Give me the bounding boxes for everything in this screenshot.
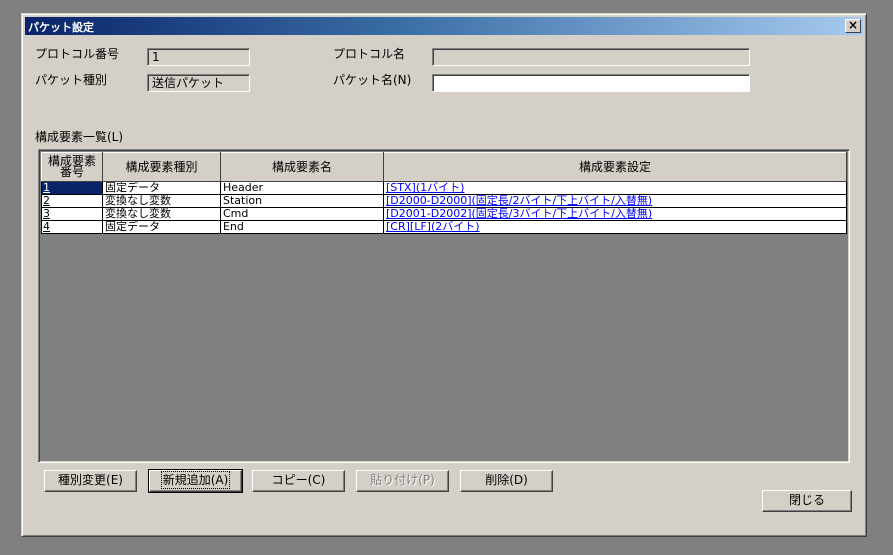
- window-title: パケット設定: [28, 21, 94, 34]
- close-label: 閉じる: [788, 493, 825, 507]
- protocol-name-label: プロトコル名: [333, 47, 406, 61]
- row-type: 固定データ: [102, 220, 221, 234]
- column-header-setting[interactable]: 構成要素設定: [383, 152, 847, 182]
- row-type: 固定データ: [102, 181, 221, 195]
- row-name: Header: [220, 181, 384, 195]
- close-window-button[interactable]: ×: [845, 19, 861, 33]
- title-bar[interactable]: パケット設定 ×: [25, 17, 863, 35]
- component-list[interactable]: 構成要素番号 構成要素種別 構成要素名 構成要素設定 1 固定データ Heade…: [38, 149, 850, 463]
- close-button[interactable]: 閉じる: [762, 490, 852, 512]
- packet-name-input[interactable]: [432, 74, 750, 92]
- component-table: 構成要素番号 構成要素種別 構成要素名 構成要素設定 1 固定データ Heade…: [41, 152, 847, 234]
- table-row[interactable]: 1 固定データ Header [STX](1バイト): [41, 181, 847, 195]
- row-number[interactable]: 3: [43, 209, 50, 220]
- protocol-number-field: 1: [147, 48, 250, 66]
- close-icon: ×: [847, 18, 859, 32]
- row-number[interactable]: 1: [43, 183, 50, 194]
- protocol-number-label: プロトコル番号: [35, 47, 120, 61]
- row-number[interactable]: 4: [43, 222, 50, 233]
- delete-button[interactable]: 削除(D): [460, 470, 553, 492]
- packet-type-label: パケット種別: [35, 73, 108, 87]
- paste-button[interactable]: 貼り付け(P): [356, 470, 449, 492]
- row-setting-link[interactable]: [STX](1バイト): [386, 183, 464, 194]
- packet-type-field: 送信パケット: [147, 74, 250, 92]
- paste-label: 貼り付け(P): [370, 473, 435, 487]
- add-new-label: 新規追加(A): [160, 471, 231, 489]
- row-setting-link[interactable]: [D2000-D2000](固定長/2バイト/下上バイト/入替無): [386, 196, 652, 207]
- row-name: Station: [220, 194, 384, 208]
- row-number[interactable]: 2: [43, 196, 50, 207]
- row-name: Cmd: [220, 207, 384, 221]
- packet-settings-dialog: パケット設定 × プロトコル番号 1 プロトコル名 パケット種別 送信パケット …: [21, 13, 867, 537]
- row-setting-link[interactable]: [CR][LF](2バイト): [386, 222, 480, 233]
- copy-label: コピー(C): [271, 473, 326, 487]
- row-name: End: [220, 220, 384, 234]
- component-list-label: 構成要素一覧(L): [35, 130, 124, 144]
- row-setting-link[interactable]: [D2001-D2002](固定長/3バイト/下上バイト/入替無): [386, 209, 652, 220]
- column-header-type[interactable]: 構成要素種別: [102, 152, 221, 182]
- delete-label: 削除(D): [485, 473, 528, 487]
- column-header-number[interactable]: 構成要素番号: [41, 152, 103, 182]
- copy-button[interactable]: コピー(C): [252, 470, 345, 492]
- row-type: 変換なし変数: [102, 207, 221, 221]
- table-row[interactable]: 3 変換なし変数 Cmd [D2001-D2002](固定長/3バイト/下上バイ…: [41, 207, 847, 221]
- packet-name-label: パケット名(N): [333, 73, 412, 87]
- table-row[interactable]: 4 固定データ End [CR][LF](2バイト): [41, 220, 847, 234]
- column-header-name[interactable]: 構成要素名: [220, 152, 384, 182]
- protocol-name-field: [432, 48, 750, 66]
- change-type-button[interactable]: 種別変更(E): [44, 470, 137, 492]
- change-type-label: 種別変更(E): [58, 473, 123, 487]
- add-new-button[interactable]: 新規追加(A): [148, 469, 243, 493]
- table-row[interactable]: 2 変換なし変数 Station [D2000-D2000](固定長/2バイト/…: [41, 194, 847, 208]
- row-type: 変換なし変数: [102, 194, 221, 208]
